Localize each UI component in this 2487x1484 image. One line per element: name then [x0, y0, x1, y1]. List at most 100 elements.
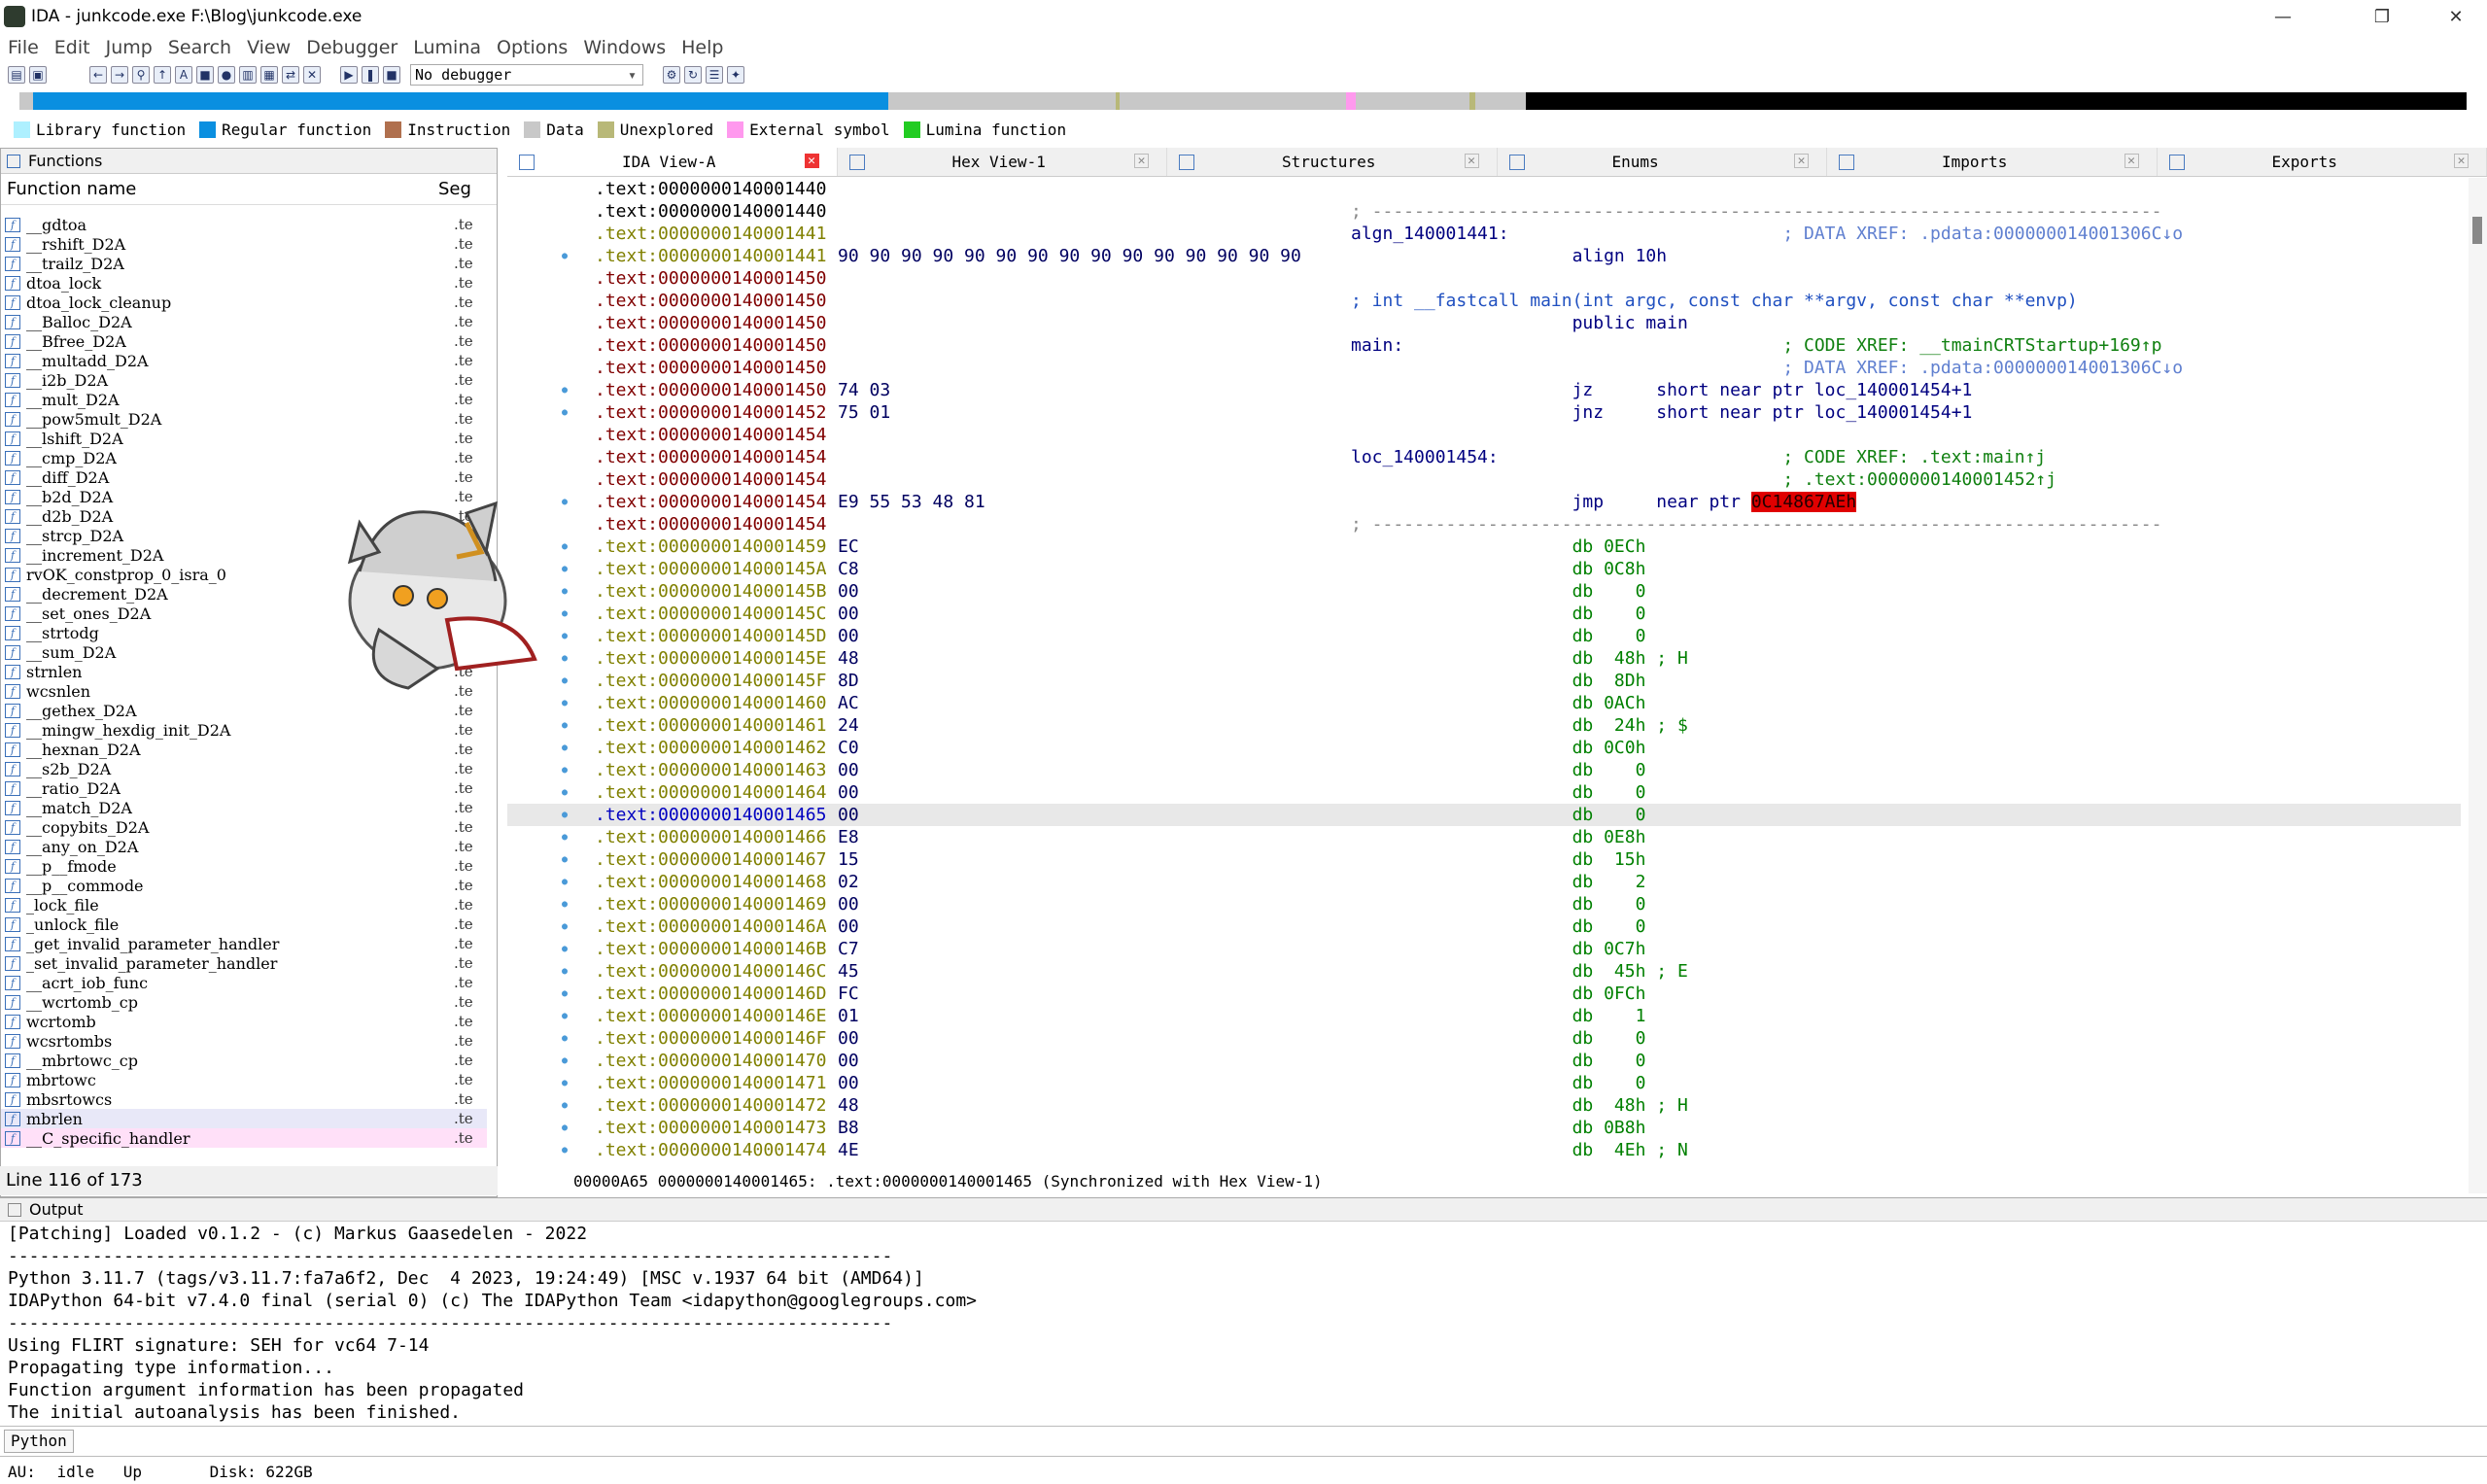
- command-input[interactable]: [80, 1429, 2487, 1454]
- disasm-line[interactable]: .text:0000000140001450 main: ; CODE XREF:…: [507, 334, 2461, 357]
- disasm-line[interactable]: ● .text:000000014000146C 45 db 45h ; E: [507, 960, 2461, 983]
- tab-close-icon[interactable]: ✕: [2454, 154, 2469, 168]
- forward-icon[interactable]: →: [111, 66, 128, 84]
- breakpoint-icon[interactable]: ✕: [303, 66, 321, 84]
- run-icon[interactable]: ▶: [340, 66, 358, 84]
- minimize-icon[interactable]: —: [2253, 0, 2313, 33]
- disasm-line[interactable]: ● .text:0000000140001467 15 db 15h: [507, 848, 2461, 871]
- stop-icon[interactable]: ■: [383, 66, 400, 84]
- function-row[interactable]: f __match_D2A .te: [1, 798, 487, 817]
- function-row[interactable]: f __copybits_D2A .te: [1, 817, 487, 837]
- function-row[interactable]: f mbrtowc .te: [1, 1070, 487, 1089]
- disasm-line[interactable]: ● .text:0000000140001472 48 db 48h ; H: [507, 1094, 2461, 1117]
- disasm-line[interactable]: ● .text:0000000140001469 00 db 0: [507, 893, 2461, 915]
- disasm-line[interactable]: ● .text:0000000140001462 C0 db 0C0h: [507, 737, 2461, 759]
- disasm-line[interactable]: ● .text:0000000140001459 EC db 0ECh: [507, 535, 2461, 558]
- function-row[interactable]: f __lshift_D2A .te: [1, 429, 487, 448]
- function-row[interactable]: f __C_specific_handler .te: [1, 1128, 487, 1148]
- function-row[interactable]: f __Balloc_D2A .te: [1, 312, 487, 331]
- disasm-line[interactable]: ● .text:000000014000146D FC db 0FCh: [507, 983, 2461, 1005]
- settings-icon[interactable]: ⚙: [663, 66, 680, 84]
- disasm-line[interactable]: .text:0000000140001441 algn_140001441: ; …: [507, 223, 2461, 245]
- disasm-line[interactable]: ● .text:000000014000146F 00 db 0: [507, 1027, 2461, 1050]
- col-segment[interactable]: Seg: [438, 179, 471, 199]
- function-row[interactable]: f __p__commode .te: [1, 876, 487, 895]
- tab-hex-view-1[interactable]: Hex View-1 ✕: [838, 148, 1167, 176]
- function-row[interactable]: f __i2b_D2A .te: [1, 370, 487, 390]
- tab-enums[interactable]: Enums ✕: [1498, 148, 1827, 176]
- disasm-line[interactable]: ● .text:0000000140001454 E9 55 53 48 81 jm…: [507, 491, 2461, 513]
- graph-icon[interactable]: ▥: [239, 66, 257, 84]
- disasm-line[interactable]: ● .text:000000014000145C 00 db 0: [507, 603, 2461, 625]
- code-icon[interactable]: A: [175, 66, 192, 84]
- menu-options[interactable]: Options: [497, 37, 568, 58]
- refresh-icon[interactable]: ↻: [684, 66, 702, 84]
- vertical-scrollbar[interactable]: [2469, 178, 2487, 1193]
- open-icon[interactable]: ▤: [8, 66, 25, 84]
- menu-lumina[interactable]: Lumina: [413, 37, 481, 58]
- save-icon[interactable]: ▣: [29, 66, 47, 84]
- disasm-line[interactable]: .text:0000000140001440: [507, 178, 2461, 200]
- function-row[interactable]: f mbrlen .te: [1, 1109, 487, 1128]
- function-row[interactable]: f _set_invalid_parameter_handler .te: [1, 953, 487, 973]
- disasm-line[interactable]: ● .text:0000000140001468 02 db 2: [507, 871, 2461, 893]
- disasm-line[interactable]: .text:0000000140001450 ; DATA XREF: .pda…: [507, 357, 2461, 379]
- function-row[interactable]: f __mult_D2A .te: [1, 390, 487, 409]
- wand-icon[interactable]: ✦: [727, 66, 744, 84]
- function-row[interactable]: f wcsrtombs .te: [1, 1031, 487, 1051]
- disasm-line[interactable]: ● .text:0000000140001473 B8 db 0B8h: [507, 1117, 2461, 1139]
- function-row[interactable]: f _get_invalid_parameter_handler .te: [1, 934, 487, 953]
- disasm-line[interactable]: ● .text:0000000140001464 00 db 0: [507, 781, 2461, 804]
- function-row[interactable]: f __multadd_D2A .te: [1, 351, 487, 370]
- menu-search[interactable]: Search: [168, 37, 231, 58]
- disasm-line[interactable]: .text:0000000140001450: [507, 267, 2461, 290]
- xref-icon[interactable]: ⇄: [282, 66, 299, 84]
- function-row[interactable]: f __rshift_D2A .te: [1, 234, 487, 254]
- menu-edit[interactable]: Edit: [54, 37, 90, 58]
- string-icon[interactable]: ●: [218, 66, 235, 84]
- function-row[interactable]: f __mbrtowc_cp .te: [1, 1051, 487, 1070]
- disasm-line[interactable]: ● .text:000000014000146B C7 db 0C7h: [507, 938, 2461, 960]
- menu-file[interactable]: File: [8, 37, 39, 58]
- disasm-line[interactable]: ● .text:0000000140001441 90 90 90 90 90 90…: [507, 245, 2461, 267]
- menu-debugger[interactable]: Debugger: [306, 37, 397, 58]
- scroll-thumb[interactable]: [2472, 217, 2482, 244]
- function-row[interactable]: f __wcrtomb_cp .te: [1, 992, 487, 1012]
- disasm-line[interactable]: ● .text:000000014000146A 00 db 0: [507, 915, 2461, 938]
- disasm-line[interactable]: ● .text:0000000140001466 E8 db 0E8h: [507, 826, 2461, 848]
- disasm-line[interactable]: ● .text:0000000140001474 4E db 4Eh ; N: [507, 1139, 2461, 1161]
- disasm-line[interactable]: ● .text:000000014000145E 48 db 48h ; H: [507, 647, 2461, 670]
- close-icon[interactable]: ✕: [2426, 0, 2486, 33]
- disasm-line[interactable]: ● .text:000000014000145F 8D db 8Dh: [507, 670, 2461, 692]
- function-row[interactable]: f __cmp_D2A .te: [1, 448, 487, 467]
- disasm-line[interactable]: .text:0000000140001454 ; ----------------…: [507, 513, 2461, 535]
- tab-exports[interactable]: Exports ✕: [2158, 148, 2487, 176]
- function-row[interactable]: f __p__fmode .te: [1, 856, 487, 876]
- disasm-line[interactable]: .text:0000000140001450 ; int __fastcall m…: [507, 290, 2461, 312]
- disasm-line[interactable]: ● .text:000000014000145B 00 db 0: [507, 580, 2461, 603]
- disasm-line[interactable]: ● .text:0000000140001471 00 db 0: [507, 1072, 2461, 1094]
- function-row[interactable]: f __trailz_D2A .te: [1, 254, 487, 273]
- disasm-line[interactable]: ● .text:000000014000145D 00 db 0: [507, 625, 2461, 647]
- function-row[interactable]: f _lock_file .te: [1, 895, 487, 915]
- function-row[interactable]: f _unlock_file .te: [1, 915, 487, 934]
- jump-icon[interactable]: ↑: [154, 66, 171, 84]
- col-function-name[interactable]: Function name: [1, 179, 438, 199]
- function-row[interactable]: f mbsrtowcs .te: [1, 1089, 487, 1109]
- tab-close-icon[interactable]: ✕: [1134, 154, 1149, 168]
- menu-windows[interactable]: Windows: [583, 37, 666, 58]
- function-row[interactable]: f __acrt_iob_func .te: [1, 973, 487, 992]
- function-row[interactable]: f __gdtoa .te: [1, 215, 487, 234]
- function-row[interactable]: f __hexnan_D2A .te: [1, 740, 487, 759]
- disasm-line[interactable]: ● .text:000000014000145A C8 db 0C8h: [507, 558, 2461, 580]
- back-icon[interactable]: ←: [89, 66, 107, 84]
- function-row[interactable]: f wcrtomb .te: [1, 1012, 487, 1031]
- navigation-band[interactable]: [0, 89, 2487, 113]
- disasm-line[interactable]: .text:0000000140001450 public main: [507, 312, 2461, 334]
- disasm-line[interactable]: ● .text:000000014000146E 01 db 1: [507, 1005, 2461, 1027]
- function-row[interactable]: f dtoa_lock_cleanup .te: [1, 293, 487, 312]
- function-row[interactable]: f __mingw_hexdig_init_D2A .te: [1, 720, 487, 740]
- disasm-line[interactable]: ● .text:0000000140001461 24 db 24h ; $: [507, 714, 2461, 737]
- function-row[interactable]: f __ratio_D2A .te: [1, 778, 487, 798]
- tab-close-icon[interactable]: ✕: [1794, 154, 1809, 168]
